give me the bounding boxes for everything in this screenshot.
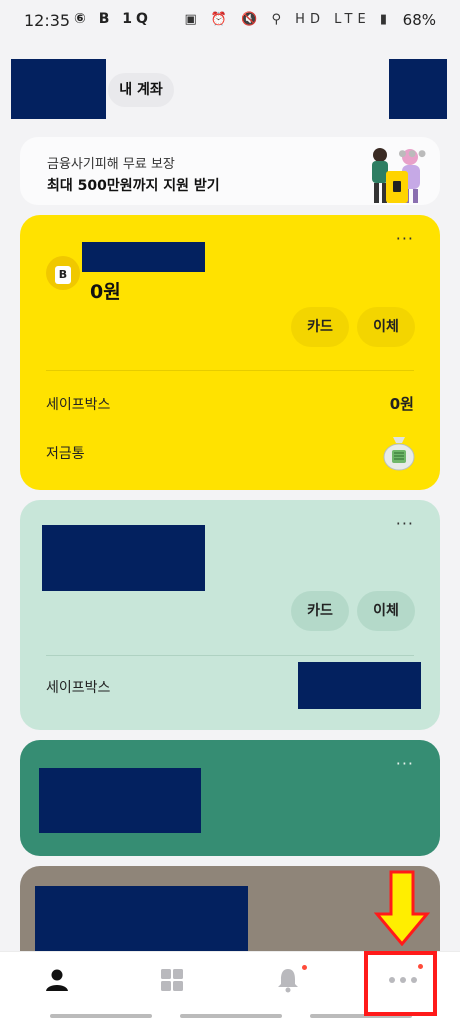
tab-my-accounts[interactable]: 내 계좌 — [108, 73, 174, 107]
annotation-arrow-icon — [374, 870, 430, 946]
status-time: 12:35 — [24, 11, 71, 30]
status-bar: 12:35 ⑥ B 1Q ▣ ⏰ 🔇 ⚲ HD LTE ▮ 68% — [0, 0, 460, 42]
safebox-label[interactable]: 세이프박스 — [46, 677, 110, 697]
safebox-label[interactable]: 세이프박스 — [46, 394, 110, 414]
promo-title: 금융사기피해 무료 보장 — [47, 157, 175, 172]
promo-page-dots: ●●● — [398, 149, 428, 159]
redacted-account-info — [42, 525, 205, 591]
system-status-icons: ▣ ⏰ 🔇 ⚲ HD LTE ▮ — [184, 12, 392, 27]
gesture-bar-center — [180, 1014, 282, 1018]
card-divider — [46, 655, 414, 656]
notification-badge — [302, 965, 307, 970]
redacted-account-name — [82, 242, 205, 272]
gesture-bar-left — [50, 1014, 152, 1018]
more-options-icon[interactable]: ··· — [396, 754, 414, 773]
piggy-bag-icon — [383, 437, 415, 471]
bell-icon — [278, 969, 298, 993]
redacted-account-info — [39, 768, 201, 833]
account-card-third[interactable]: ··· — [20, 740, 440, 856]
nav-profile[interactable] — [0, 952, 115, 1008]
redacted-profile-block — [11, 59, 106, 119]
promo-banner[interactable]: 금융사기피해 무료 보장 최대 500만원까지 지원 받기 ●●● — [20, 137, 440, 205]
account-card-primary[interactable]: B 0원 ··· 카드 이체 세이프박스 0원 저금통 — [20, 215, 440, 490]
annotation-highlight-box — [364, 951, 437, 1016]
more-options-icon[interactable]: ··· — [396, 514, 414, 533]
transfer-button[interactable]: 이체 — [357, 591, 415, 631]
more-options-icon[interactable]: ··· — [396, 229, 414, 248]
redacted-header-action — [389, 59, 447, 119]
promo-subtitle: 최대 500만원까지 지원 받기 — [47, 178, 220, 194]
card-button[interactable]: 카드 — [291, 591, 349, 631]
grid-icon — [161, 969, 183, 991]
battery-level: 68% — [402, 11, 436, 29]
notification-icons: ⑥ B 1Q — [74, 11, 152, 27]
card-divider — [46, 370, 414, 371]
account-card-secondary[interactable]: ··· 카드 이체 세이프박스 — [20, 500, 440, 730]
safebox-balance: 0원 — [389, 395, 414, 413]
nav-apps[interactable] — [115, 952, 230, 1008]
piggybank-label[interactable]: 저금통 — [46, 443, 85, 463]
card-button[interactable]: 카드 — [291, 307, 349, 347]
bank-logo-icon: B — [46, 256, 80, 290]
person-icon — [46, 969, 68, 991]
nav-notifications[interactable] — [230, 952, 345, 1008]
redacted-safebox-balance — [298, 662, 421, 709]
transfer-button[interactable]: 이체 — [357, 307, 415, 347]
account-balance: 0원 — [90, 281, 121, 303]
